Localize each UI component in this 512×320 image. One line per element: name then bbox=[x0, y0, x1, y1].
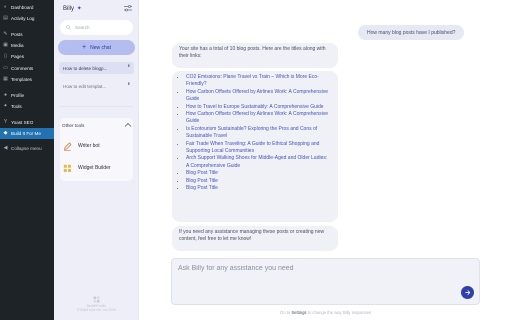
brand-footer: BuildItForMe © Build it for me, Inc 2024 bbox=[54, 296, 139, 312]
wp-menu-label: Media bbox=[11, 43, 24, 48]
new-chat-button[interactable]: + New chat bbox=[58, 40, 135, 55]
settings-hint: Go to Settings to change the way Billy r… bbox=[139, 310, 512, 315]
user-message: How many blog posts have I published? bbox=[358, 25, 465, 40]
divider bbox=[60, 106, 133, 107]
new-chat-label: New chat bbox=[90, 44, 111, 51]
wp-menu-item-profile[interactable]: ● Profile bbox=[0, 90, 54, 101]
bot-message-post-list: CO2 Emissions: Plane Travel vs Train – W… bbox=[172, 71, 338, 222]
wp-menu-item-dashboard[interactable]: ◐ Dashboard bbox=[0, 2, 54, 13]
wp-menu-label: Tools bbox=[11, 104, 22, 109]
message-input[interactable] bbox=[178, 265, 448, 285]
wp-menu-item-templates[interactable]: ▦ Templates bbox=[0, 74, 54, 85]
chat-item-label: How to delete blogp... bbox=[63, 65, 108, 71]
chevron-up-icon[interactable] bbox=[124, 122, 132, 128]
chat-item[interactable]: How to edit templat... ••• bbox=[59, 80, 134, 92]
wp-menu-item-build-it-for-me[interactable]: ◆ Build It For Me bbox=[0, 128, 54, 139]
wp-menu-item-pages[interactable]: ▯ Pages bbox=[0, 51, 54, 62]
post-link[interactable]: Blog Post Title bbox=[186, 170, 331, 177]
wp-menu-item-activity-log[interactable]: ▤ Activity Log bbox=[0, 13, 54, 24]
wp-admin-menu: ◐ Dashboard ▤ Activity Log ✎ Posts ▣ Media ▯ Page… bbox=[0, 0, 54, 320]
filter-settings-icon[interactable] bbox=[124, 5, 132, 12]
chat-item-label: How to edit templat... bbox=[63, 83, 107, 89]
billy-title-text: Billy bbox=[63, 6, 75, 12]
post-link[interactable]: How Carbon Offsets Offered by Airlines W… bbox=[186, 89, 331, 104]
pen-icon bbox=[63, 141, 72, 151]
app-root: ◐ Dashboard ▤ Activity Log ✎ Posts ▣ Media ▯ Page… bbox=[0, 0, 512, 320]
wp-menu-label: Dashboard bbox=[11, 5, 34, 10]
wp-menu-label: Collapse menu bbox=[11, 146, 42, 151]
chat-item-selected[interactable]: How to delete blogp... ••• bbox=[59, 62, 134, 74]
tool-widget-builder[interactable]: Widget Builder bbox=[63, 161, 131, 175]
post-link[interactable]: How to Travel to Europe Sustainably: A C… bbox=[186, 104, 331, 111]
template-icon: ▦ bbox=[3, 76, 8, 82]
wp-menu-label: Activity Log bbox=[11, 16, 35, 21]
wp-menu-item-tools[interactable]: ✦ Tools bbox=[0, 101, 54, 112]
search-icon bbox=[66, 25, 71, 30]
billy-panel: Billy ✦ + New chat How to delete blogp..… bbox=[54, 0, 139, 320]
wrench-icon: ✦ bbox=[3, 103, 8, 109]
wp-menu-item-media[interactable]: ▣ Media bbox=[0, 40, 54, 51]
post-link[interactable]: Blog Post Title bbox=[186, 185, 331, 192]
wp-menu-item-posts[interactable]: ✎ Posts bbox=[0, 29, 54, 40]
build-icon: ◆ bbox=[3, 130, 8, 136]
settings-hint-suffix: to change the way Billy responses bbox=[306, 310, 372, 315]
other-tools-section: Other tools Writer bot Widget Builder bbox=[60, 118, 133, 181]
wp-menu-item-yoast-seo[interactable]: Y Yoast SEO bbox=[0, 117, 54, 128]
brand-copyright: © Build it for me, Inc 2024 bbox=[76, 308, 117, 312]
wp-menu-label: Yoast SEO bbox=[11, 120, 34, 125]
plus-icon: + bbox=[82, 44, 87, 51]
settings-hint-prefix: Go to bbox=[279, 310, 292, 315]
builditforme-logo-icon bbox=[93, 296, 100, 303]
sparkle-icon: ✦ bbox=[76, 6, 82, 12]
tool-writer-bot[interactable]: Writer bot bbox=[63, 139, 131, 153]
chat-search[interactable] bbox=[60, 20, 133, 35]
wp-menu-label: Profile bbox=[11, 93, 25, 98]
wp-menu-item-comments[interactable]: ▭ Comments bbox=[0, 63, 54, 74]
post-link[interactable]: Is Ecotourism Sustainable? Exploring the… bbox=[186, 126, 331, 141]
post-list: CO2 Emissions: Plane Travel vs Train – W… bbox=[186, 74, 331, 193]
send-button[interactable] bbox=[461, 286, 474, 299]
pin-icon: ✎ bbox=[3, 31, 8, 37]
post-link[interactable]: Blog Post Title bbox=[186, 178, 331, 185]
billy-title: Billy ✦ bbox=[63, 5, 82, 12]
message-composer[interactable] bbox=[171, 258, 480, 305]
settings-link[interactable]: Settings bbox=[291, 310, 306, 315]
bot-message-outro: If you need any assistance managing thes… bbox=[172, 226, 338, 251]
other-tools-header: Other tools bbox=[62, 123, 85, 128]
page-icon: ▯ bbox=[4, 53, 7, 59]
post-link[interactable]: Arch Support Walking Shoes for Middle-Ag… bbox=[186, 155, 331, 170]
dashboard-icon: ◐ bbox=[3, 4, 8, 10]
more-options-icon[interactable]: ••• bbox=[125, 64, 131, 66]
comment-icon: ▭ bbox=[3, 65, 8, 71]
tool-label: Widget Builder bbox=[78, 165, 111, 171]
more-options-icon[interactable]: ••• bbox=[125, 82, 131, 84]
wp-menu-label: Pages bbox=[11, 54, 25, 59]
media-icon: ▣ bbox=[3, 42, 8, 48]
chat-main: How many blog posts have I published? Yo… bbox=[139, 0, 512, 320]
profile-icon: ● bbox=[3, 92, 8, 98]
widget-icon bbox=[63, 164, 71, 172]
post-link[interactable]: CO2 Emissions: Plane Travel vs Train – W… bbox=[186, 74, 331, 89]
wp-menu-label: Comments bbox=[11, 66, 34, 71]
tool-label: Writer bot bbox=[78, 143, 100, 149]
arrow-right-icon bbox=[465, 290, 471, 295]
wp-menu-label: Templates bbox=[11, 77, 32, 82]
post-link[interactable]: How Carbon Offsets Offered by Airlines W… bbox=[186, 111, 331, 126]
wp-menu-label: Build It For Me bbox=[11, 131, 41, 136]
collapse-icon: ◀ bbox=[3, 145, 8, 151]
wp-menu-label: Posts bbox=[11, 32, 23, 37]
activity-icon: ▤ bbox=[3, 15, 8, 21]
search-input[interactable] bbox=[75, 25, 130, 30]
wp-menu-item-collapse-menu[interactable]: ◀ Collapse menu bbox=[0, 143, 54, 154]
yoast-icon: Y bbox=[3, 119, 8, 125]
post-link[interactable]: Fair Trade When Traveling: A Guide to Et… bbox=[186, 141, 331, 156]
bot-message-intro: Your site has a total of 10 blog posts. … bbox=[172, 43, 338, 68]
